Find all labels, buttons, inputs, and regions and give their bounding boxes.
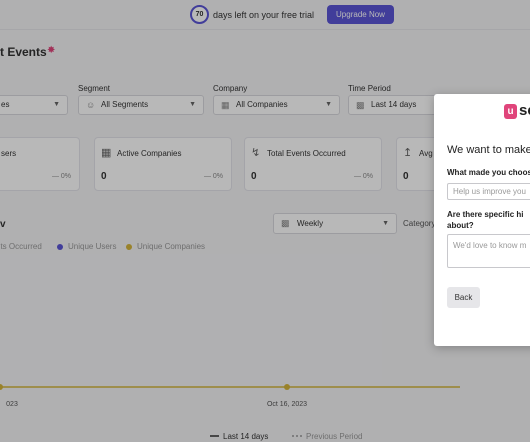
reason-input[interactable]: Help us improve you [447,183,530,200]
logo-mark: u [504,104,517,119]
logo-text: se [519,102,530,119]
back-button[interactable]: Back [447,287,480,308]
question-2-line-1: Are there specific hi [447,210,524,219]
question-2-line-2: about? [447,221,474,230]
feedback-modal: u se We want to make U What made you cho… [434,94,530,346]
modal-heading: We want to make U [447,144,530,156]
feature-textarea[interactable]: We'd love to know m [447,234,530,268]
question-1: What made you choos [447,168,530,177]
